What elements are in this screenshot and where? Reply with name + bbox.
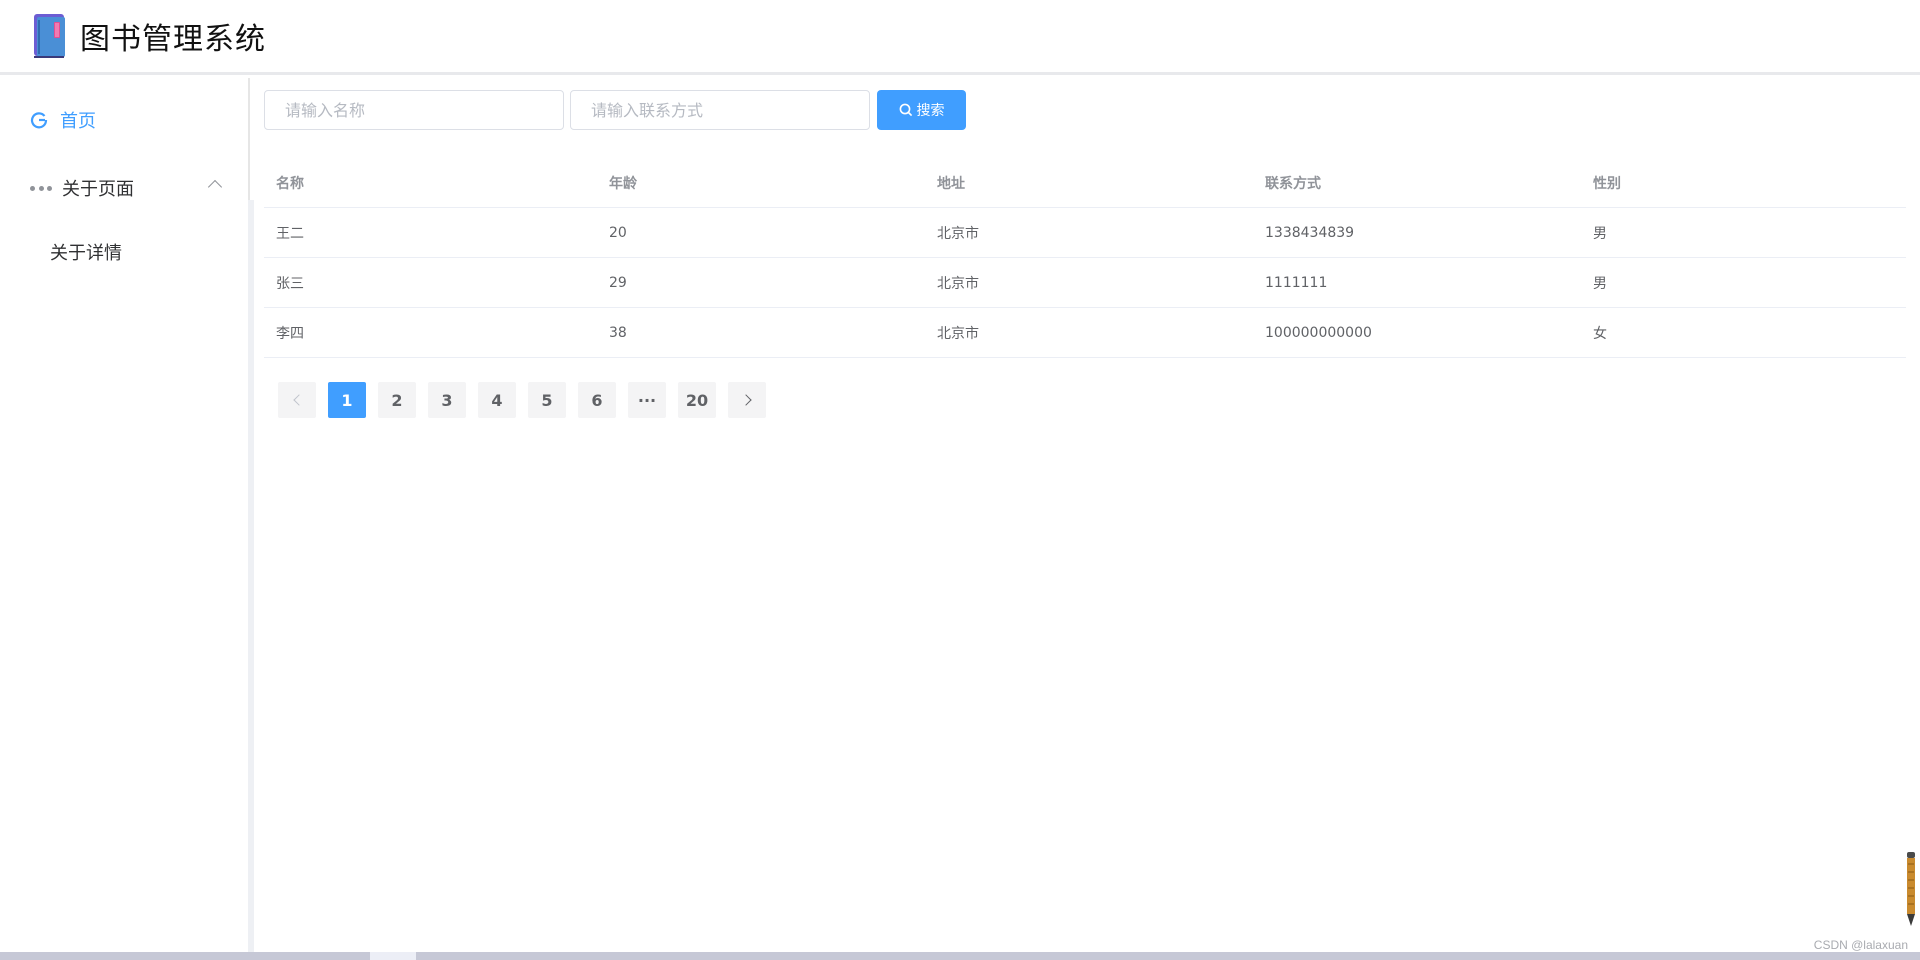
sidebar-item-about-detail[interactable]: 关于详情 — [0, 234, 250, 270]
table-row[interactable]: 王二 20 北京市 1338434839 男 — [264, 208, 1906, 258]
pagination: 1 2 3 4 5 6 ··· 20 — [278, 382, 766, 418]
contact-search-input[interactable] — [570, 90, 870, 130]
table-cell: 王二 — [276, 225, 304, 242]
next-page-button[interactable] — [728, 382, 766, 418]
table-cell: 李四 — [276, 325, 304, 342]
page-button-3[interactable]: 3 — [428, 382, 466, 418]
search-button-label: 搜索 — [916, 103, 945, 119]
book-logo-icon — [34, 14, 65, 58]
column-header[interactable]: 联系方式 — [1253, 173, 1581, 193]
chevron-up-icon[interactable] — [207, 179, 223, 195]
app-header: 图书管理系统 — [0, 0, 1920, 75]
column-header[interactable]: 性别 — [1581, 173, 1906, 193]
scrollbar-thumb[interactable] — [370, 952, 416, 960]
table-cell: 男 — [1593, 225, 1607, 242]
sidebar-item-label: 关于页面 — [62, 179, 134, 200]
sidebar: 首页 关于页面 关于详情 — [0, 78, 250, 952]
table-cell: 北京市 — [937, 325, 979, 342]
table-cell: 1338434839 — [1265, 224, 1355, 241]
column-header[interactable]: 名称 — [264, 173, 597, 193]
table-cell: 29 — [609, 274, 627, 291]
table-cell: 100000000000 — [1265, 324, 1372, 341]
sidebar-item-about[interactable]: 关于页面 — [0, 170, 250, 206]
home-icon — [30, 112, 48, 129]
more-pages-button[interactable]: ··· — [628, 382, 666, 418]
main-content: 搜索 名称 年龄 地址 联系方式 性别 王二 20 北京市 1338434839… — [254, 78, 1920, 952]
search-bar: 搜索 — [264, 90, 966, 130]
table-cell: 北京市 — [937, 275, 979, 292]
chevron-right-icon — [739, 394, 752, 406]
column-header[interactable]: 地址 — [925, 173, 1253, 193]
page-button-20[interactable]: 20 — [678, 382, 716, 418]
data-table: 名称 年龄 地址 联系方式 性别 王二 20 北京市 1338434839 男 … — [264, 158, 1906, 358]
prev-page-button[interactable] — [278, 382, 316, 418]
table-cell: 女 — [1593, 325, 1607, 342]
page-button-5[interactable]: 5 — [528, 382, 566, 418]
column-header[interactable]: 年龄 — [597, 173, 925, 193]
sidebar-item-label: 首页 — [60, 111, 96, 132]
more-dots-icon — [30, 184, 52, 192]
search-button[interactable]: 搜索 — [877, 90, 966, 130]
pencil-icon — [1907, 852, 1915, 926]
search-icon — [899, 103, 912, 117]
page-button-2[interactable]: 2 — [378, 382, 416, 418]
table-cell: 20 — [609, 224, 627, 241]
table-cell: 张三 — [276, 275, 304, 292]
page-button-4[interactable]: 4 — [478, 382, 516, 418]
table-cell: 1111111 — [1265, 274, 1328, 291]
page-button-6[interactable]: 6 — [578, 382, 616, 418]
name-search-input[interactable] — [264, 90, 564, 130]
table-row[interactable]: 李四 38 北京市 100000000000 女 — [264, 308, 1906, 358]
horizontal-scrollbar[interactable] — [0, 952, 1920, 960]
table-cell: 38 — [609, 324, 627, 341]
watermark: CSDN @lalaxuan — [1813, 938, 1908, 952]
table-row[interactable]: 张三 29 北京市 1111111 男 — [264, 258, 1906, 308]
chevron-left-icon — [292, 394, 305, 406]
table-cell: 北京市 — [937, 225, 979, 242]
table-cell: 男 — [1593, 275, 1607, 292]
app-title: 图书管理系统 — [80, 22, 266, 57]
sidebar-item-label: 关于详情 — [50, 243, 122, 264]
page-button-1[interactable]: 1 — [328, 382, 366, 418]
table-header-row: 名称 年龄 地址 联系方式 性别 — [264, 158, 1906, 208]
sidebar-item-home[interactable]: 首页 — [0, 102, 250, 138]
